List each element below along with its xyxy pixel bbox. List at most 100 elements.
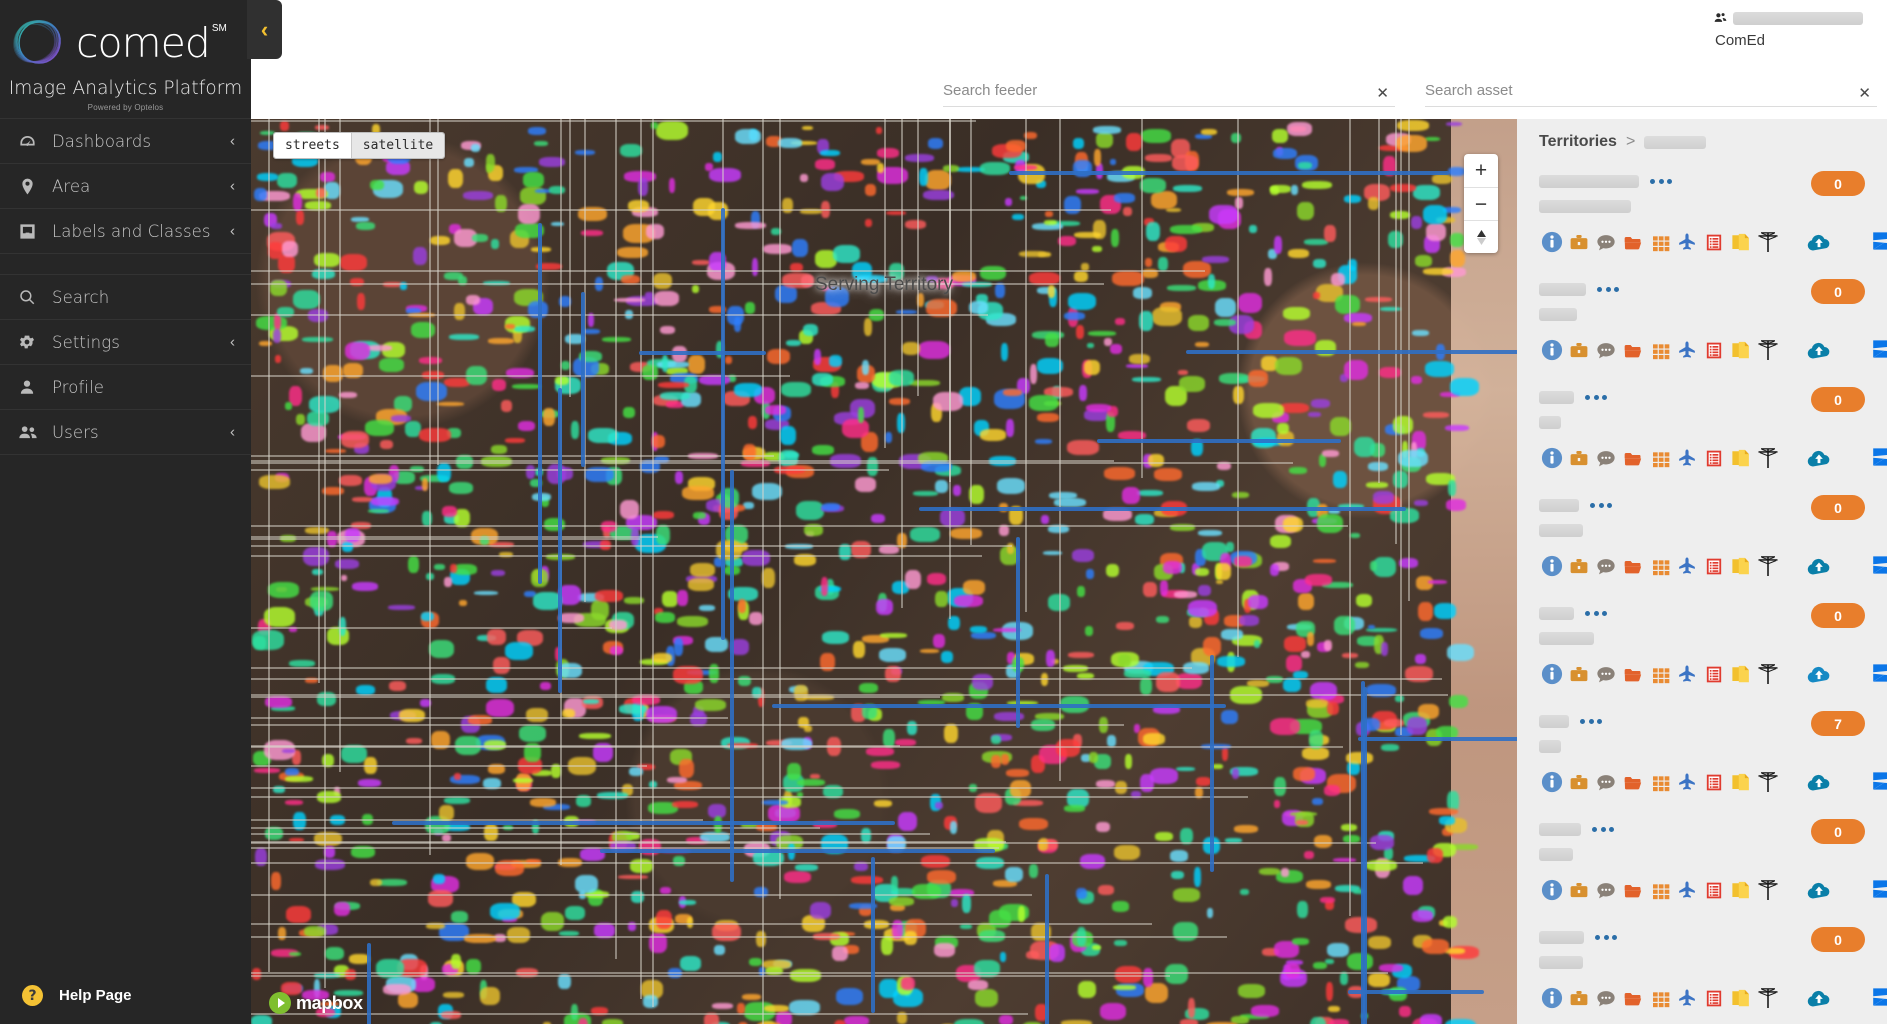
comment-icon[interactable]	[1593, 445, 1619, 469]
briefcase-icon[interactable]	[1566, 337, 1592, 361]
documents-icon[interactable]	[1728, 661, 1754, 685]
grid-icon[interactable]	[1647, 553, 1673, 577]
grid-icon[interactable]	[1647, 445, 1673, 469]
territory-more-menu[interactable]	[1580, 718, 1602, 724]
cloud-upload-icon[interactable]	[1806, 337, 1832, 361]
documents-icon[interactable]	[1728, 877, 1754, 901]
utility-pole-icon[interactable]	[1755, 877, 1781, 901]
territory-list-item[interactable]: 0	[1517, 495, 1887, 603]
territory-list-item[interactable]: 0	[1517, 387, 1887, 495]
folder-icon[interactable]	[1620, 229, 1646, 253]
user-menu[interactable]: ComEd	[1713, 11, 1863, 49]
airplane-icon[interactable]	[1674, 661, 1700, 685]
folder-icon[interactable]	[1620, 877, 1646, 901]
comment-icon[interactable]	[1593, 877, 1619, 901]
clear-feeder-search-icon[interactable]: ✕	[1376, 86, 1389, 101]
clipboard-list-icon[interactable]	[1701, 877, 1727, 901]
basemap-option-streets[interactable]: streets	[274, 133, 351, 158]
territory-list-item[interactable]: 0	[1517, 279, 1887, 387]
info-icon[interactable]	[1539, 769, 1565, 793]
report-logo-icon[interactable]	[1869, 985, 1887, 1009]
grid-icon[interactable]	[1647, 661, 1673, 685]
briefcase-icon[interactable]	[1566, 445, 1592, 469]
folder-icon[interactable]	[1620, 661, 1646, 685]
cloud-upload-icon[interactable]	[1806, 661, 1832, 685]
report-logo-icon[interactable]	[1869, 553, 1887, 577]
search-asset-input[interactable]	[1425, 82, 1877, 107]
grid-icon[interactable]	[1647, 985, 1673, 1009]
search-feeder-input[interactable]	[943, 82, 1395, 107]
territory-list-item[interactable]: 0	[1517, 819, 1887, 927]
cloud-upload-icon[interactable]	[1806, 877, 1832, 901]
report-logo-icon[interactable]	[1869, 877, 1887, 901]
report-logo-icon[interactable]	[1869, 337, 1887, 361]
airplane-icon[interactable]	[1674, 229, 1700, 253]
comment-icon[interactable]	[1593, 985, 1619, 1009]
clipboard-list-icon[interactable]	[1701, 553, 1727, 577]
territory-list-item[interactable]: 0	[1517, 927, 1887, 1024]
territory-list-item[interactable]: 0	[1517, 603, 1887, 711]
utility-pole-icon[interactable]	[1755, 337, 1781, 361]
documents-icon[interactable]	[1728, 229, 1754, 253]
info-icon[interactable]	[1539, 337, 1565, 361]
utility-pole-icon[interactable]	[1755, 553, 1781, 577]
sidebar-item-area[interactable]: Area ‹	[0, 164, 251, 209]
clipboard-list-icon[interactable]	[1701, 337, 1727, 361]
sidebar-item-settings[interactable]: Settings ‹	[0, 320, 251, 365]
territory-more-menu[interactable]	[1590, 502, 1612, 508]
utility-pole-icon[interactable]	[1755, 769, 1781, 793]
folder-icon[interactable]	[1620, 985, 1646, 1009]
documents-icon[interactable]	[1728, 337, 1754, 361]
sidebar-item-search[interactable]: Search	[0, 275, 251, 320]
airplane-icon[interactable]	[1674, 877, 1700, 901]
cloud-upload-icon[interactable]	[1806, 445, 1832, 469]
sidebar-item-profile[interactable]: Profile	[0, 365, 251, 410]
territory-more-menu[interactable]	[1592, 826, 1614, 832]
sidebar-item-dashboards[interactable]: Dashboards ‹	[0, 119, 251, 164]
documents-icon[interactable]	[1728, 445, 1754, 469]
briefcase-icon[interactable]	[1566, 769, 1592, 793]
territory-more-menu[interactable]	[1585, 610, 1607, 616]
zoom-in-button[interactable]: +	[1464, 154, 1498, 187]
territory-list-item[interactable]: 0	[1517, 171, 1887, 279]
folder-icon[interactable]	[1620, 769, 1646, 793]
folder-icon[interactable]	[1620, 445, 1646, 469]
briefcase-icon[interactable]	[1566, 229, 1592, 253]
clear-asset-search-icon[interactable]: ✕	[1858, 86, 1871, 101]
cloud-upload-icon[interactable]	[1806, 769, 1832, 793]
info-icon[interactable]	[1539, 445, 1565, 469]
airplane-icon[interactable]	[1674, 445, 1700, 469]
comment-icon[interactable]	[1593, 229, 1619, 253]
help-page-link[interactable]: ? Help Page	[0, 985, 132, 1006]
cloud-upload-icon[interactable]	[1806, 229, 1832, 253]
info-icon[interactable]	[1539, 985, 1565, 1009]
airplane-icon[interactable]	[1674, 769, 1700, 793]
report-logo-icon[interactable]	[1869, 661, 1887, 685]
basemap-toggle[interactable]: streets satellite	[273, 132, 446, 159]
documents-icon[interactable]	[1728, 985, 1754, 1009]
report-logo-icon[interactable]	[1869, 445, 1887, 469]
comment-icon[interactable]	[1593, 769, 1619, 793]
grid-icon[interactable]	[1647, 229, 1673, 253]
clipboard-list-icon[interactable]	[1701, 985, 1727, 1009]
utility-pole-icon[interactable]	[1755, 985, 1781, 1009]
cloud-upload-icon[interactable]	[1806, 985, 1832, 1009]
territory-more-menu[interactable]	[1585, 394, 1607, 400]
utility-pole-icon[interactable]	[1755, 661, 1781, 685]
documents-icon[interactable]	[1728, 769, 1754, 793]
info-icon[interactable]	[1539, 661, 1565, 685]
sidebar-item-users[interactable]: Users ‹	[0, 410, 251, 455]
briefcase-icon[interactable]	[1566, 985, 1592, 1009]
clipboard-list-icon[interactable]	[1701, 229, 1727, 253]
comment-icon[interactable]	[1593, 553, 1619, 577]
grid-icon[interactable]	[1647, 337, 1673, 361]
airplane-icon[interactable]	[1674, 985, 1700, 1009]
sidebar-item-labels-and-classes[interactable]: Labels and Classes ‹	[0, 209, 251, 254]
clipboard-list-icon[interactable]	[1701, 445, 1727, 469]
comment-icon[interactable]	[1593, 337, 1619, 361]
clipboard-list-icon[interactable]	[1701, 769, 1727, 793]
utility-pole-icon[interactable]	[1755, 445, 1781, 469]
folder-icon[interactable]	[1620, 553, 1646, 577]
territory-more-menu[interactable]	[1650, 178, 1672, 184]
clipboard-list-icon[interactable]	[1701, 661, 1727, 685]
